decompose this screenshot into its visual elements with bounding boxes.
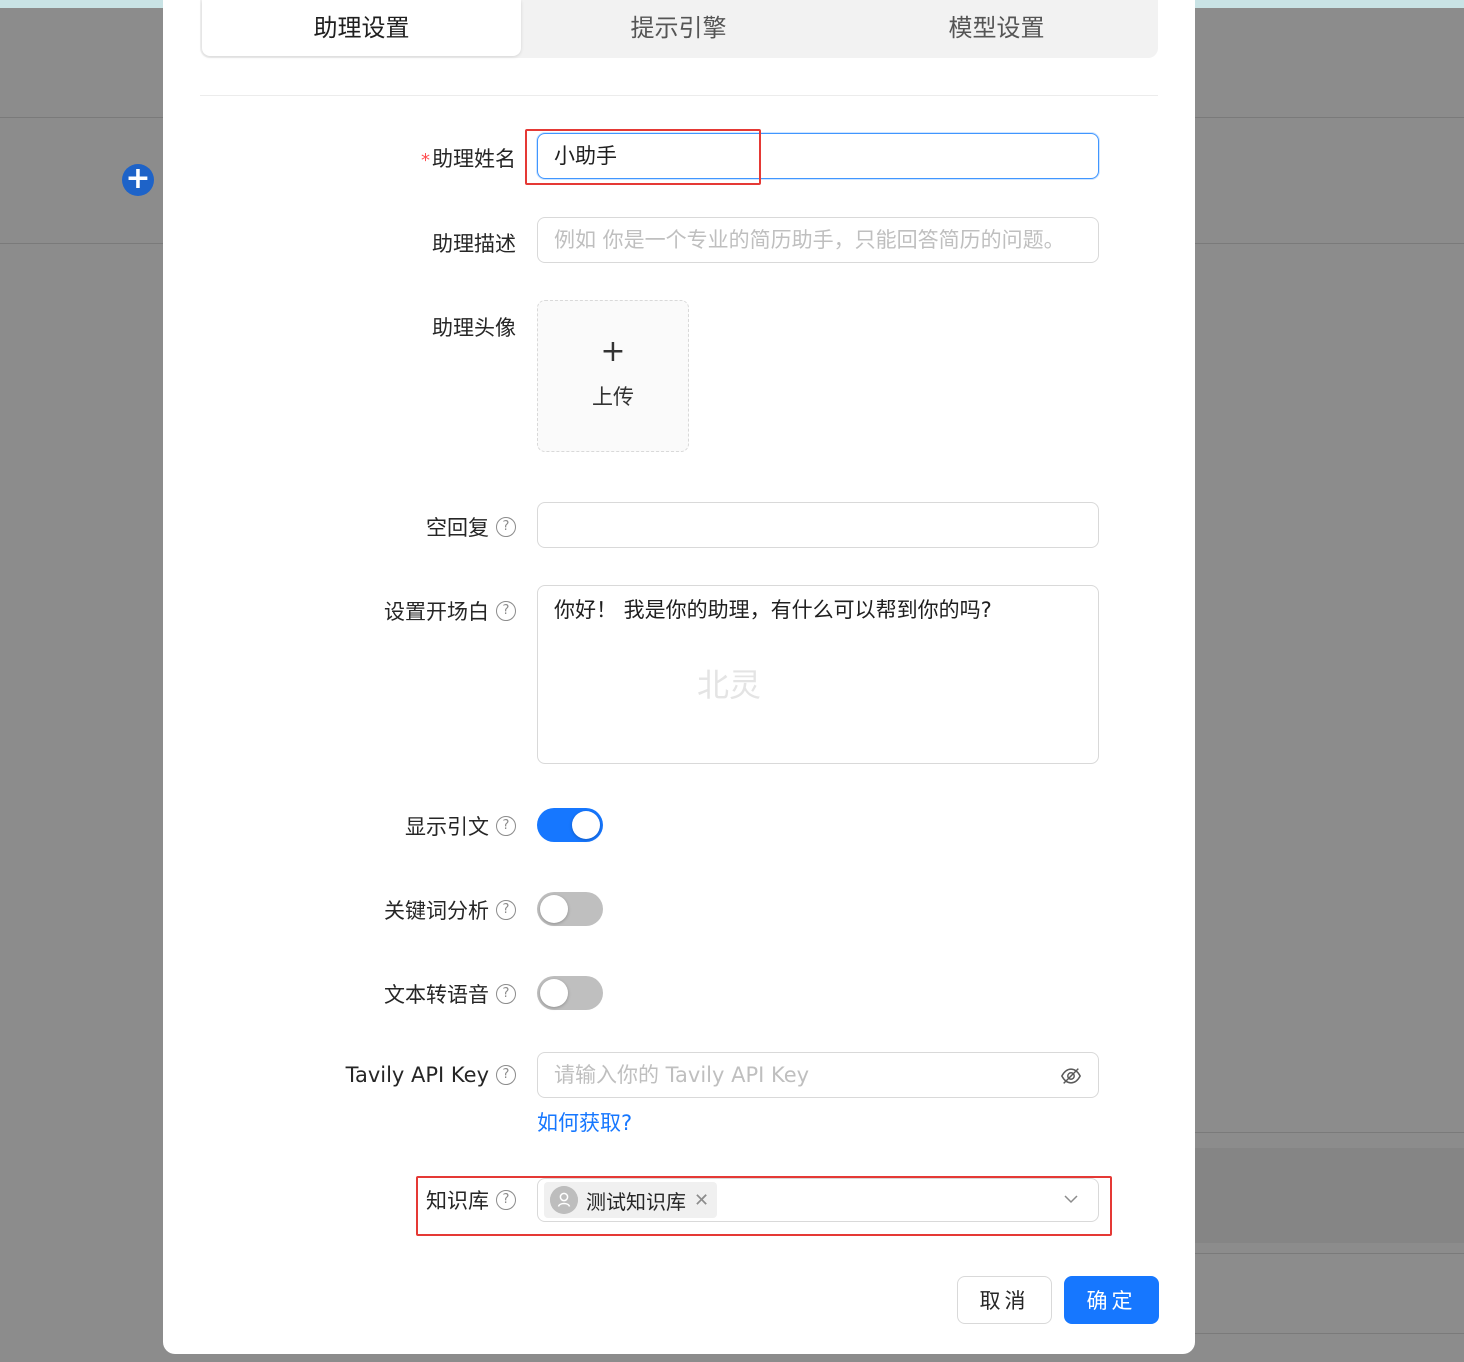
tts-switch[interactable] bbox=[537, 976, 603, 1010]
settings-tabs: 助理设置 提示引擎 模型设置 bbox=[200, 0, 1158, 58]
upload-label: 上传 bbox=[592, 385, 634, 409]
empty-reply-label-text: 空回复 bbox=[426, 516, 489, 540]
background-divider bbox=[1195, 243, 1464, 244]
cancel-button[interactable]: 取消 bbox=[957, 1276, 1052, 1324]
ok-button[interactable]: 确定 bbox=[1064, 1276, 1159, 1324]
tavily-key-placeholder: 请输入你的 Tavily API Key bbox=[554, 1063, 810, 1087]
knowledge-label-text: 知识库 bbox=[426, 1189, 489, 1213]
knowledge-tag: 测试知识库 ✕ bbox=[544, 1182, 718, 1218]
keyword-analysis-switch[interactable] bbox=[537, 892, 603, 926]
name-label: *助理姓名 bbox=[421, 143, 516, 173]
tavily-key-input[interactable]: 请输入你的 Tavily API Key bbox=[537, 1052, 1099, 1098]
tavily-key-label: Tavily API Key ? bbox=[346, 1063, 516, 1087]
assistant-settings-modal: 助理设置 提示引擎 模型设置 *助理姓名 小助手 助理描述 例如 你是一个专业的… bbox=[163, 0, 1195, 1354]
description-label: 助理描述 bbox=[432, 232, 516, 256]
knowledge-select[interactable]: 测试知识库 ✕ bbox=[537, 1178, 1099, 1222]
name-label-text: 助理姓名 bbox=[432, 147, 516, 171]
show-citation-label: 显示引文 ? bbox=[405, 811, 516, 841]
switch-knob bbox=[572, 811, 600, 839]
plus-icon: + bbox=[600, 334, 626, 369]
background-add-icon: + bbox=[122, 164, 154, 196]
knowledge-tag-label: 测试知识库 bbox=[586, 1189, 686, 1214]
how-to-get-link[interactable]: 如何获取? bbox=[537, 1107, 632, 1137]
keyword-analysis-label: 关键词分析 ? bbox=[384, 895, 516, 925]
help-icon[interactable]: ? bbox=[496, 984, 516, 1004]
show-citation-switch[interactable] bbox=[537, 808, 603, 842]
background-divider bbox=[1195, 1253, 1464, 1254]
help-icon[interactable]: ? bbox=[496, 1190, 516, 1210]
show-citation-label-text: 显示引文 bbox=[405, 815, 489, 839]
help-icon[interactable]: ? bbox=[496, 1065, 516, 1085]
opening-label-text: 设置开场白 bbox=[384, 600, 489, 624]
user-icon bbox=[550, 1186, 578, 1214]
background-divider bbox=[1195, 1132, 1464, 1133]
keyword-analysis-label-text: 关键词分析 bbox=[384, 899, 489, 923]
tts-label: 文本转语音 ? bbox=[384, 979, 516, 1009]
background-divider bbox=[1195, 1333, 1464, 1334]
eye-off-icon[interactable] bbox=[1060, 1065, 1082, 1087]
avatar-upload-button[interactable]: + 上传 bbox=[537, 300, 689, 452]
help-icon[interactable]: ? bbox=[496, 816, 516, 836]
tab-prompt-engine[interactable]: 提示引擎 bbox=[519, 0, 838, 56]
tavily-key-label-text: Tavily API Key bbox=[345, 1063, 489, 1087]
description-placeholder: 例如 你是一个专业的简历助手，只能回答简历的问题。 bbox=[554, 228, 1065, 252]
close-icon[interactable]: ✕ bbox=[694, 1190, 709, 1211]
opening-label: 设置开场白 ? bbox=[384, 596, 516, 626]
avatar-label: 助理头像 bbox=[432, 316, 516, 340]
empty-reply-label: 空回复 ? bbox=[426, 512, 516, 542]
chevron-down-icon[interactable] bbox=[1062, 1190, 1080, 1208]
knowledge-label: 知识库 ? bbox=[426, 1185, 516, 1215]
tab-assistant-settings[interactable]: 助理设置 bbox=[202, 0, 521, 56]
tts-label-text: 文本转语音 bbox=[384, 983, 489, 1007]
background-divider bbox=[1195, 117, 1464, 118]
empty-reply-input[interactable] bbox=[537, 502, 1099, 548]
assistant-description-input[interactable]: 例如 你是一个专业的简历助手，只能回答简历的问题。 bbox=[537, 217, 1099, 263]
tab-model-settings[interactable]: 模型设置 bbox=[837, 0, 1156, 56]
background-panel bbox=[1195, 1148, 1464, 1243]
help-icon[interactable]: ? bbox=[496, 900, 516, 920]
opening-textarea[interactable]: 你好！ 我是你的助理，有什么可以帮到你的吗? bbox=[537, 585, 1099, 764]
background-divider bbox=[0, 117, 163, 118]
required-mark: * bbox=[421, 150, 430, 171]
assistant-name-input[interactable]: 小助手 bbox=[537, 133, 1099, 179]
background-divider bbox=[0, 243, 163, 244]
opening-value: 你好！ 我是你的助理，有什么可以帮到你的吗? bbox=[554, 598, 992, 622]
help-icon[interactable]: ? bbox=[496, 601, 516, 621]
tabs-divider bbox=[200, 95, 1158, 96]
watermark: 北灵 bbox=[697, 666, 762, 704]
help-icon[interactable]: ? bbox=[496, 517, 516, 537]
switch-knob bbox=[540, 979, 568, 1007]
switch-knob bbox=[540, 895, 568, 923]
assistant-name-value: 小助手 bbox=[554, 144, 617, 168]
